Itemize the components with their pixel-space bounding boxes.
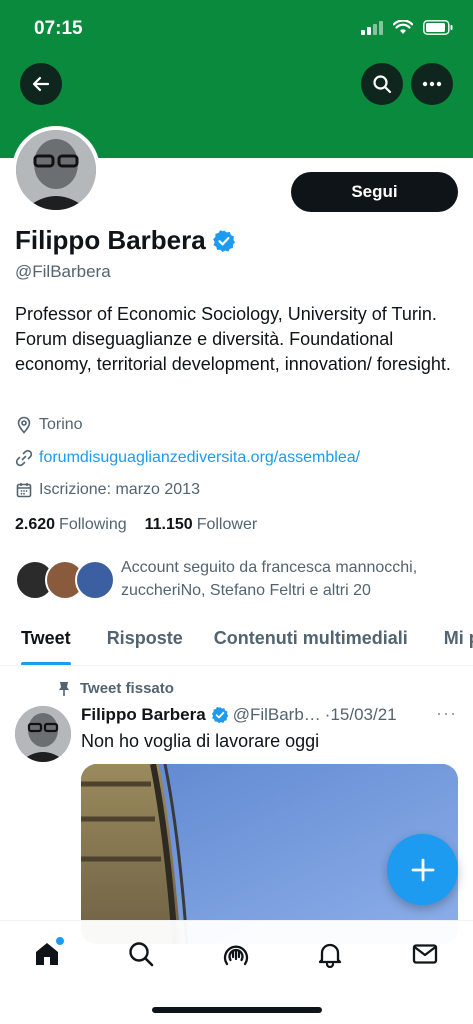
followers-count: 11.150 [144, 516, 193, 533]
search-button[interactable] [361, 63, 403, 105]
tab-tweet[interactable]: Tweet [21, 620, 71, 665]
link-icon [15, 449, 33, 467]
tweet-more-icon[interactable]: ··· [436, 703, 457, 724]
verified-badge-icon [212, 229, 235, 252]
pin-icon [59, 681, 69, 696]
profile-website[interactable]: forumdisuguaglianzediversita.org/assembl… [15, 449, 360, 467]
following-label: Following [59, 516, 127, 533]
status-time: 07:15 [34, 18, 83, 39]
profile-avatar[interactable] [12, 126, 100, 214]
known-followers-avatars [15, 556, 115, 600]
pinned-label-row: Tweet fissato [58, 680, 174, 697]
battery-icon [423, 20, 453, 35]
tweet-author-avatar[interactable] [15, 706, 71, 762]
profile-location: Torino [15, 416, 83, 434]
verified-badge-icon [211, 706, 228, 724]
join-date-text: Iscrizione: marzo 2013 [39, 481, 200, 498]
status-bar: 07:15 [0, 0, 473, 58]
back-button[interactable] [20, 63, 62, 105]
profile-bio: Professor of Economic Sociology, Univers… [15, 304, 451, 374]
pinned-label: Tweet fissato [80, 680, 174, 697]
tab-risposte[interactable]: Risposte [107, 620, 183, 665]
home-notification-dot [56, 937, 64, 945]
tweet-header: Filippo Barbera @FilBarb… ·15/03/21 ··· [81, 703, 461, 725]
nav-spaces[interactable] [219, 937, 253, 971]
wifi-icon [393, 20, 413, 34]
status-icons [361, 20, 453, 35]
back-arrow-icon [32, 76, 50, 92]
followers-label: Follower [196, 516, 258, 533]
spaces-icon [223, 945, 249, 966]
notifications-bell-icon [318, 943, 342, 968]
search-icon [373, 75, 392, 94]
nav-notifications[interactable] [313, 937, 347, 971]
tab-mi-piace[interactable]: Mi piace [444, 620, 473, 665]
nav-messages[interactable] [408, 937, 442, 971]
more-options-button[interactable] [411, 63, 453, 105]
location-pin-icon [17, 416, 31, 434]
tweet-date: ·15/03/21 [324, 705, 397, 724]
tweet-avatar-photo [15, 706, 71, 762]
follow-button[interactable]: Segui [291, 172, 458, 212]
following-count: 2.620 [15, 516, 56, 533]
follow-counts: 2.620 Following 11.150 Follower [15, 516, 257, 534]
compose-tweet-button[interactable] [387, 834, 458, 905]
tab-contenuti-multimediali[interactable]: Contenuti multimediali [214, 620, 408, 665]
avatar-photo [16, 130, 96, 210]
cellular-signal-icon [361, 20, 383, 35]
tweet-author-name[interactable]: Filippo Barbera [81, 705, 206, 725]
website-link[interactable]: forumdisuguaglianzediversita.org/assembl… [39, 449, 360, 467]
tweet-text: Non ho voglia di lavorare oggi [81, 731, 320, 751]
profile-name: Filippo Barbera [15, 225, 206, 255]
location-text: Torino [39, 416, 83, 433]
calendar-icon [16, 483, 32, 498]
more-icon [422, 81, 442, 87]
followers-count-link[interactable]: 11.150 Follower [145, 516, 258, 534]
explore-search-icon [129, 942, 154, 967]
known-followers-text: Account seguito da francesca mannocchi, … [121, 559, 418, 599]
compose-plus-icon [411, 858, 434, 881]
tweet-author-handle: @FilBarb… [232, 705, 321, 724]
nav-explore[interactable] [124, 937, 158, 971]
profile-handle: @FilBarbera [15, 262, 111, 281]
following-count-link[interactable]: 2.620 Following [15, 516, 127, 534]
profile-tabs: Tweet Risposte Contenuti multimediali Mi… [0, 620, 473, 666]
profile-name-row: Filippo Barbera [15, 225, 236, 256]
home-indicator [152, 1007, 322, 1013]
profile-join-date: Iscrizione: marzo 2013 [15, 481, 200, 499]
nav-home[interactable] [30, 937, 64, 971]
messages-mail-icon [412, 944, 438, 964]
known-followers[interactable]: Account seguito da francesca mannocchi, … [15, 556, 451, 602]
known-follower-avatar [75, 560, 115, 600]
